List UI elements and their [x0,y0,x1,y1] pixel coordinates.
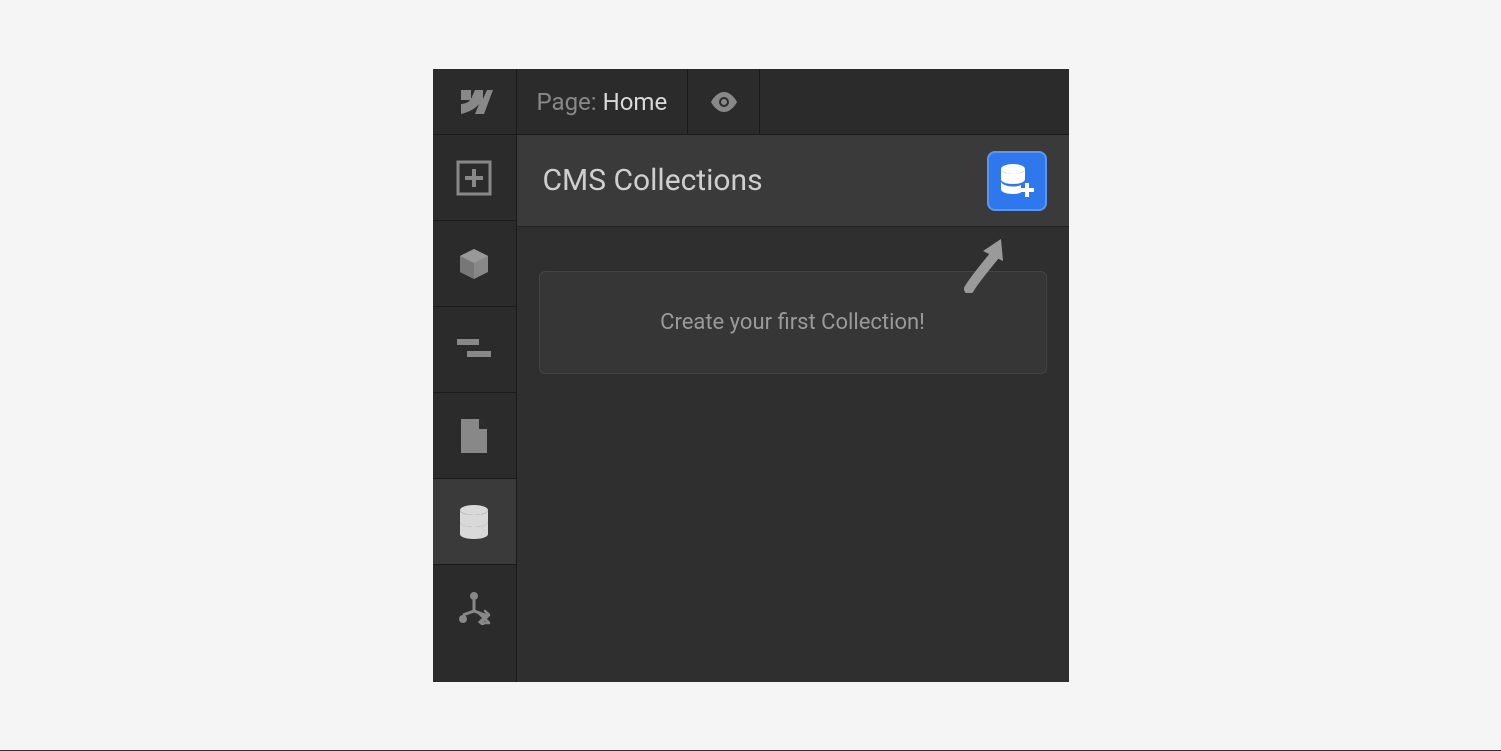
hint-text: Create your first Collection! [660,310,925,335]
database-icon [458,504,490,540]
sidebar-item-navigator[interactable] [433,307,516,393]
left-sidebar [433,135,517,682]
designer-window: Page: Home [433,69,1069,682]
panel-title: CMS Collections [543,163,763,198]
webflow-logo-icon [455,90,493,114]
cube-icon [456,246,492,282]
panel-body: Create your first Collection! [517,227,1069,682]
page-icon [459,417,489,455]
sidebar-item-components[interactable] [433,221,516,307]
database-plus-icon [997,161,1037,201]
plus-box-icon [456,160,492,196]
navigator-icon [457,337,491,363]
sidebar-item-add[interactable] [433,135,516,221]
hint-arrow-icon [963,237,1009,293]
preview-button[interactable] [688,69,760,134]
sidebar-item-pages[interactable] [433,393,516,479]
topbar: Page: Home [433,69,1069,135]
panel-header: CMS Collections [517,135,1069,227]
sidebar-item-assets-tree[interactable] [433,565,516,651]
main: CMS Collections Create your first [433,135,1069,682]
page-selector[interactable]: Page: Home [517,69,689,134]
add-collection-button[interactable] [987,151,1047,211]
page-label: Page: [537,88,597,116]
cms-panel: CMS Collections Create your first [517,135,1069,682]
sidebar-item-cms[interactable] [433,479,516,565]
eye-icon [710,92,738,112]
page-name: Home [603,88,668,116]
webflow-logo[interactable] [433,69,517,134]
tree-icon [457,591,491,625]
